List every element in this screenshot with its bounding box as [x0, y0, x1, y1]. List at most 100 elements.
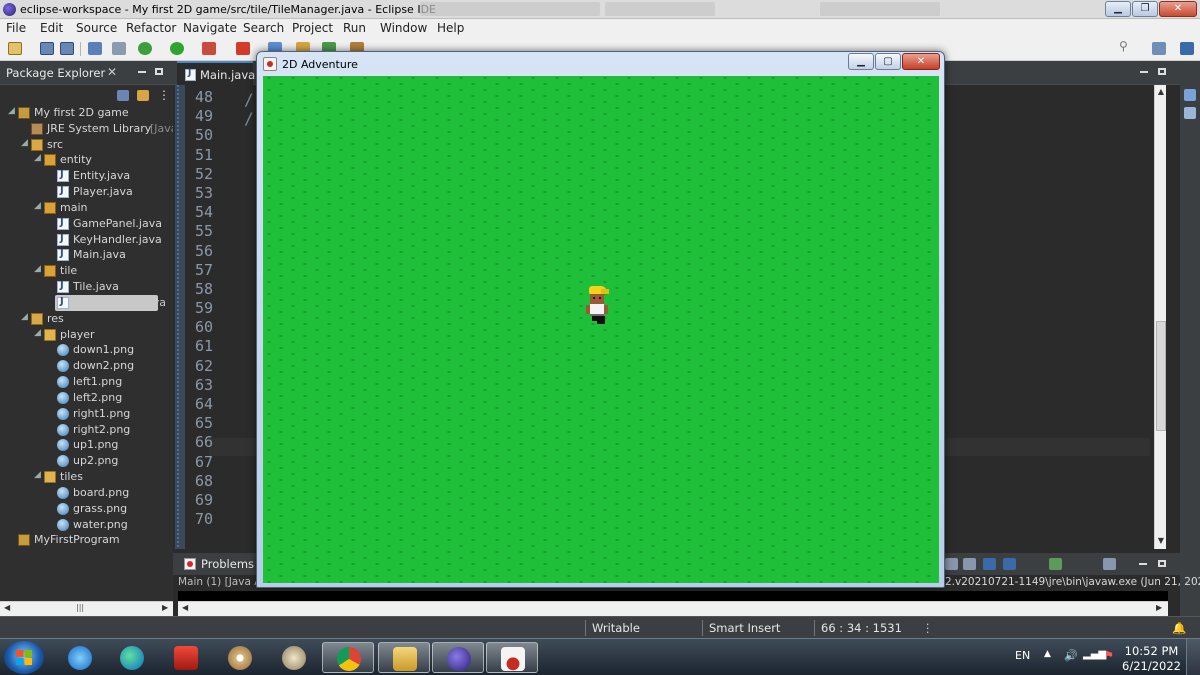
run-external-tools-icon[interactable]: [202, 42, 216, 55]
tree-item[interactable]: ◢ entity: [0, 152, 173, 168]
tree-item[interactable]: KeyHandler.java: [0, 232, 173, 248]
tree-item[interactable]: TileManager.java: [0, 294, 173, 311]
search-icon[interactable]: ⚲: [1119, 39, 1133, 55]
show-desktop-button[interactable]: [1186, 639, 1200, 675]
debug-icon[interactable]: [138, 42, 152, 55]
expand-toggle-icon[interactable]: ◢: [34, 328, 41, 338]
expand-toggle-icon[interactable]: ◢: [34, 470, 41, 480]
package-explorer-tab[interactable]: Package Explorer: [6, 66, 105, 80]
expand-toggle-icon[interactable]: ◢: [21, 138, 28, 148]
menu-navigate[interactable]: Navigate: [183, 21, 237, 35]
tree-item[interactable]: ◢ My first 2D game: [0, 105, 173, 121]
taskbar-java-app[interactable]: [486, 642, 538, 673]
open-console-icon[interactable]: [1049, 558, 1062, 570]
maximize-view-icon[interactable]: [155, 68, 163, 75]
tree-item[interactable]: down2.png: [0, 358, 173, 374]
scroll-right-icon[interactable]: ▶: [162, 603, 168, 612]
run-icon[interactable]: [170, 42, 184, 55]
tree-item[interactable]: ◢ src: [0, 137, 173, 153]
maximize-button[interactable]: ❐: [1132, 1, 1158, 17]
tree-item[interactable]: right2.png: [0, 422, 173, 438]
tree-item[interactable]: water.png: [0, 517, 173, 533]
new-icon[interactable]: [8, 42, 22, 55]
game-minimize-button[interactable]: ▁: [848, 53, 874, 70]
tree-item[interactable]: ◢ main: [0, 200, 173, 216]
tree-item[interactable]: ◢ res: [0, 311, 173, 327]
expand-toggle-icon[interactable]: ◢: [34, 153, 41, 163]
pin-console-icon[interactable]: [945, 558, 958, 570]
close-view-icon[interactable]: ✕: [107, 65, 117, 79]
maximize-editor-icon[interactable]: [1158, 68, 1166, 75]
console-output[interactable]: [178, 591, 1168, 601]
tree-item[interactable]: MyFirstProgram: [0, 532, 173, 548]
tree-item[interactable]: ◢ tiles: [0, 469, 173, 485]
maximize-panel-icon[interactable]: [1158, 560, 1166, 567]
code-comment[interactable]: /: [244, 109, 254, 128]
collapse-all-icon[interactable]: [117, 90, 129, 101]
tree-item[interactable]: down1.png: [0, 342, 173, 358]
open-perspective-icon[interactable]: [1152, 42, 1166, 55]
taskbar-file-explorer[interactable]: [378, 642, 430, 673]
menu-help[interactable]: Help: [437, 21, 464, 35]
stop-icon[interactable]: [236, 42, 250, 55]
minimize-panel-icon[interactable]: [1139, 563, 1147, 565]
minimize-button[interactable]: ▁: [1105, 1, 1131, 17]
tree-item[interactable]: right1.png: [0, 406, 173, 422]
word-wrap-icon[interactable]: [1003, 558, 1016, 570]
system-clock[interactable]: 10:52 PM 6/21/2022: [1122, 644, 1181, 674]
view-menu-icon[interactable]: ⋮: [158, 89, 170, 101]
expand-toggle-icon[interactable]: ◢: [8, 106, 15, 116]
new-console-icon[interactable]: [1103, 558, 1116, 570]
tree-horizontal-scrollbar[interactable]: ◀ ||| ▶: [0, 601, 173, 616]
tree-item[interactable]: GamePanel.java: [0, 216, 173, 232]
language-indicator[interactable]: EN: [1015, 649, 1030, 662]
tree-item[interactable]: left1.png: [0, 374, 173, 390]
taskbar-edge[interactable]: [106, 642, 158, 673]
tree-item[interactable]: up1.png: [0, 437, 173, 453]
tree-item[interactable]: grass.png: [0, 501, 173, 517]
menu-project[interactable]: Project: [292, 21, 333, 35]
scroll-left-icon[interactable]: ◀: [182, 603, 188, 612]
outline-view-icon[interactable]: [1184, 89, 1196, 101]
tree-item[interactable]: Main.java: [0, 247, 173, 263]
game-canvas[interactable]: [263, 76, 939, 583]
minimize-view-icon[interactable]: [138, 71, 146, 73]
expand-toggle-icon[interactable]: ◢: [21, 312, 28, 322]
tree-item[interactable]: left2.png: [0, 390, 173, 406]
network-icon[interactable]: ▂▄▆: [1083, 649, 1106, 660]
editor-tab-main[interactable]: Main.java: [177, 61, 255, 85]
taskbar-chrome[interactable]: [322, 642, 374, 673]
taskbar-app-red[interactable]: [160, 642, 212, 673]
menu-run[interactable]: Run: [343, 21, 366, 35]
scroll-down-icon[interactable]: ▼: [1156, 536, 1166, 545]
menu-refactor[interactable]: Refactor: [126, 21, 176, 35]
scroll-up-icon[interactable]: ▲: [1156, 87, 1166, 96]
tree-item[interactable]: ◢ player: [0, 327, 173, 343]
volume-icon[interactable]: 🔊: [1064, 649, 1078, 662]
menu-edit[interactable]: Edit: [40, 21, 63, 35]
scroll-left-icon[interactable]: ◀: [4, 603, 10, 612]
show-hidden-icons-icon[interactable]: ▲: [1044, 649, 1051, 659]
taskbar-paint[interactable]: [214, 642, 266, 673]
save-icon[interactable]: [40, 42, 54, 55]
tree-item[interactable]: Player.java: [0, 184, 173, 200]
minimize-editor-icon[interactable]: [1140, 71, 1148, 73]
tree-item[interactable]: board.png: [0, 485, 173, 501]
code-comment[interactable]: /: [244, 90, 254, 109]
taskbar-internet-explorer[interactable]: [54, 642, 106, 673]
console-horizontal-scrollbar[interactable]: ◀ ▶: [178, 601, 1168, 616]
game-close-button[interactable]: ✕: [902, 53, 940, 70]
tree-item[interactable]: Entity.java: [0, 168, 173, 184]
start-button[interactable]: [4, 641, 44, 674]
game-maximize-button[interactable]: ▢: [875, 53, 901, 70]
expand-toggle-icon[interactable]: ◢: [34, 201, 41, 211]
taskbar-app-compass[interactable]: [268, 642, 320, 673]
tree-item[interactable]: JRE System Library[JavaSE-: [0, 121, 195, 137]
terminal-icon[interactable]: [88, 42, 102, 55]
notifications-icon[interactable]: 🔔: [1172, 621, 1186, 635]
scroll-thumb[interactable]: [1156, 321, 1166, 431]
menu-search[interactable]: Search: [243, 21, 284, 35]
task-list-icon[interactable]: [1184, 107, 1196, 119]
tree-item[interactable]: ◢ tile: [0, 263, 173, 279]
link-with-editor-icon[interactable]: [137, 90, 149, 101]
